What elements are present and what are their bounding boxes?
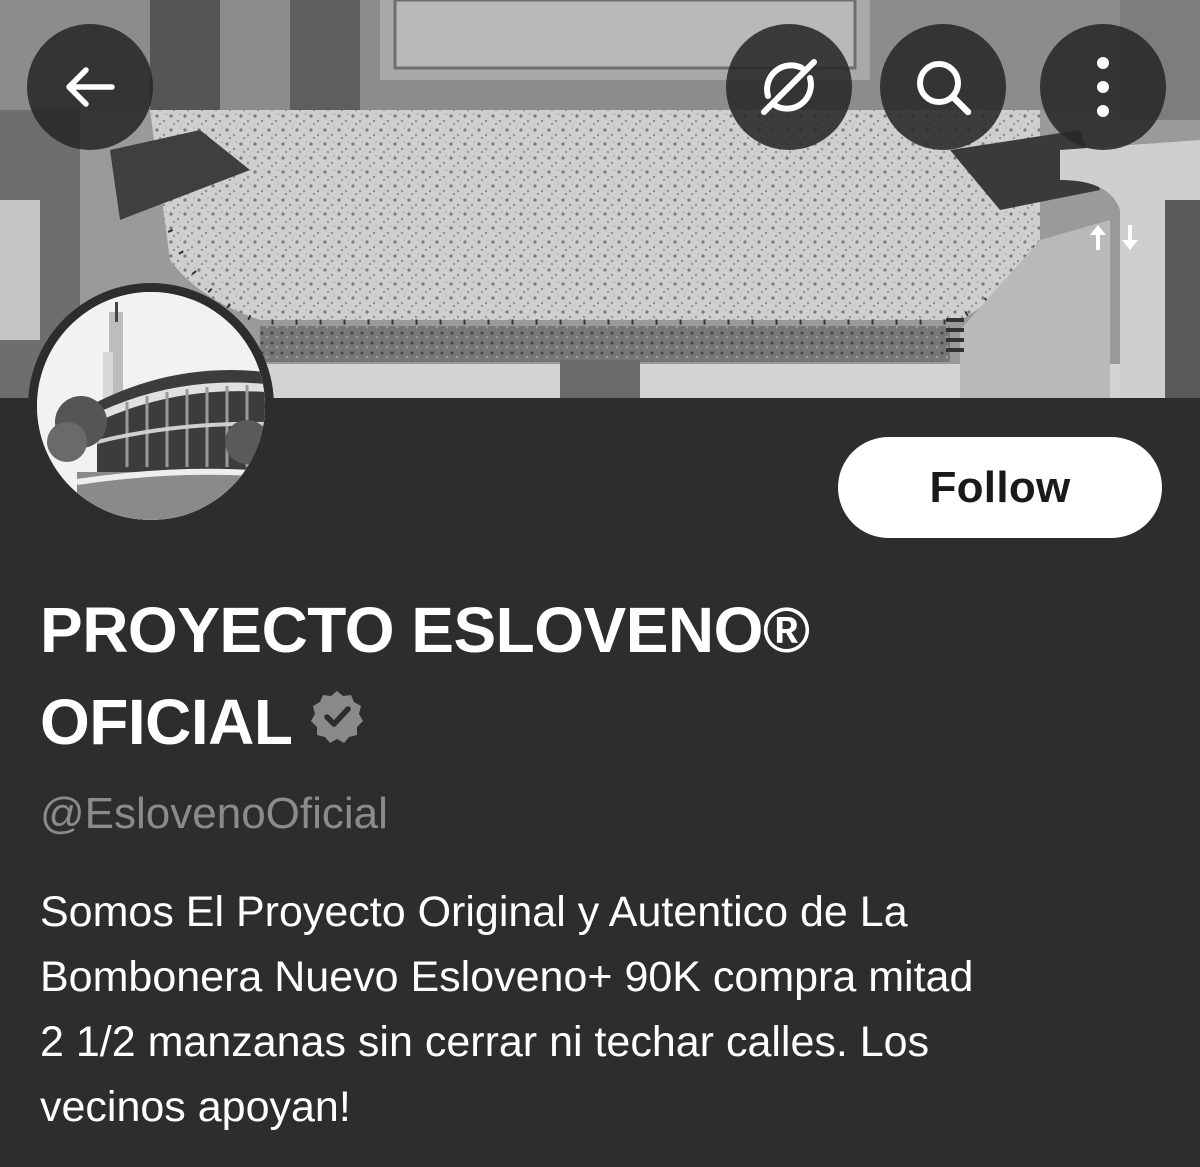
more-options-button[interactable] — [1040, 24, 1166, 150]
profile-display-name: PROYECTO ESLOVENO® OFICIAL — [40, 584, 1140, 773]
arrow-left-icon — [60, 57, 120, 117]
bio-line: Somos El Proyecto Original y Autentico d… — [40, 888, 908, 936]
bio-line: Bombonera Nuevo Esloveno+ 90K compra mit… — [40, 953, 974, 1001]
search-icon — [910, 54, 976, 120]
profile-bio: Somos El Proyecto Original y Autentico d… — [40, 880, 1150, 1140]
grok-icon — [754, 52, 824, 122]
display-name-line2-row: OFICIAL — [40, 676, 1140, 773]
display-name-line2: OFICIAL — [40, 686, 293, 758]
verified-badge-icon[interactable] — [310, 675, 364, 767]
avatar-stadium-image — [37, 292, 265, 520]
profile-page: Follow PROYECTO ESLOVENO® OFICIAL @Eslov… — [0, 0, 1200, 1167]
display-name-line1: PROYECTO ESLOVENO® — [40, 594, 810, 666]
follow-button[interactable]: Follow — [838, 437, 1162, 538]
bio-line: 2 1/2 manzanas sin cerrar ni techar call… — [40, 1018, 930, 1066]
more-vertical-icon — [1093, 55, 1113, 119]
bio-line: vecinos apoyan! — [40, 1083, 351, 1131]
avatar[interactable] — [28, 283, 274, 529]
search-button[interactable] — [880, 24, 1006, 150]
profile-handle: @EslovenoOficial — [40, 789, 388, 838]
back-button[interactable] — [27, 24, 153, 150]
grok-button[interactable] — [726, 24, 852, 150]
